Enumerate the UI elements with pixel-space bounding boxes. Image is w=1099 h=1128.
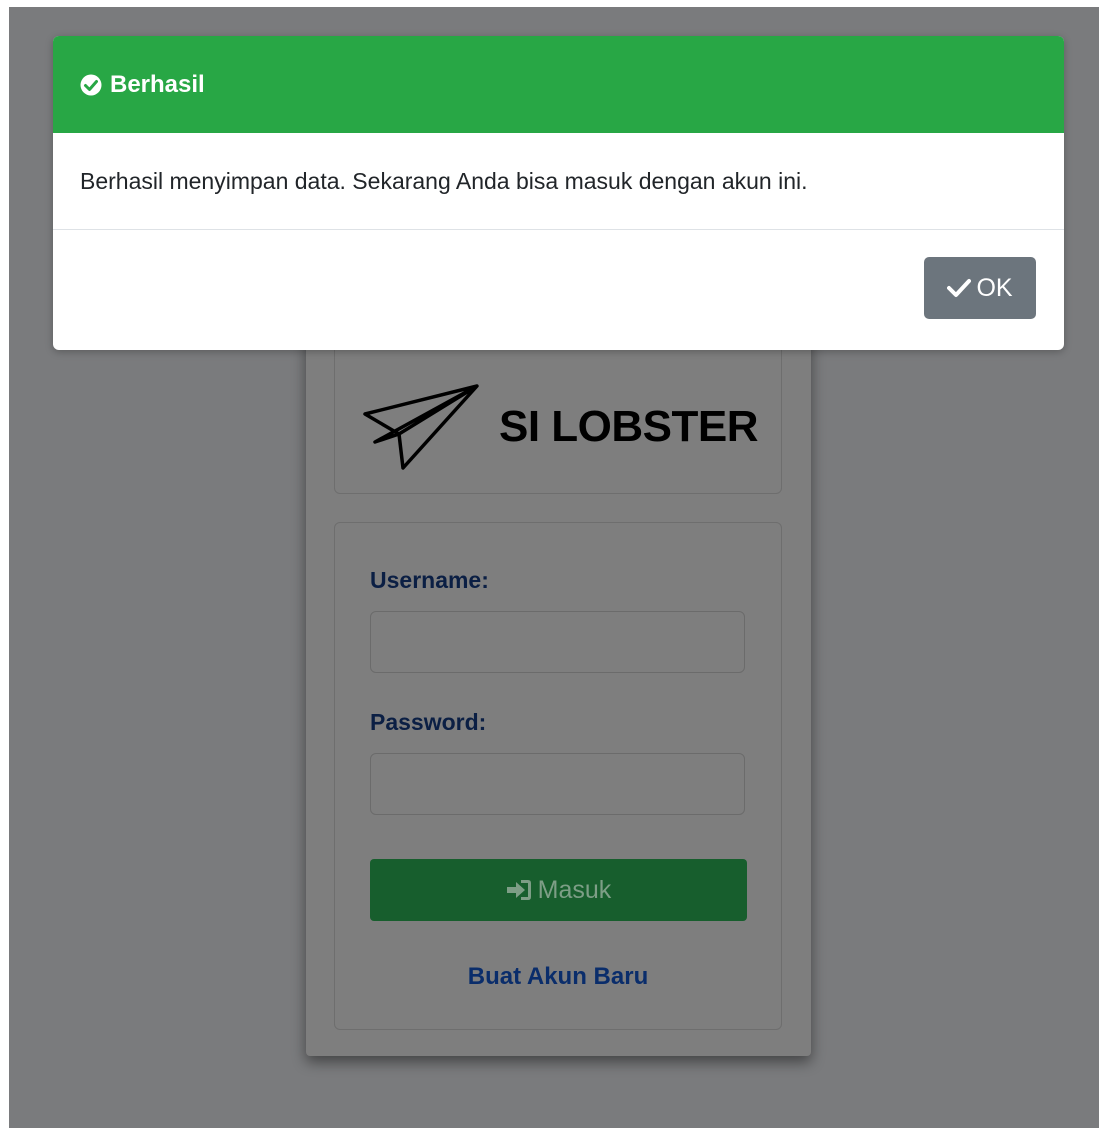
modal-message: Berhasil menyimpan data. Sekarang Anda b… bbox=[53, 133, 1064, 230]
ok-button[interactable]: OK bbox=[924, 257, 1036, 319]
login-button-label: Masuk bbox=[537, 875, 612, 904]
login-card: SI LOBSTER Username: Password: Masuk Bua… bbox=[306, 332, 811, 1056]
password-label: Password: bbox=[370, 709, 487, 735]
check-circle-icon bbox=[80, 74, 102, 95]
paper-plane-icon bbox=[363, 384, 479, 470]
password-input[interactable] bbox=[370, 753, 745, 815]
sign-in-icon bbox=[506, 880, 531, 900]
username-input[interactable] bbox=[370, 611, 745, 673]
check-icon bbox=[947, 279, 972, 297]
brand-title: SI LOBSTER bbox=[499, 402, 759, 451]
create-account-link[interactable]: Buat Akun Baru bbox=[335, 963, 781, 991]
username-label: Username: bbox=[370, 567, 489, 593]
modal-footer: OK bbox=[53, 230, 1064, 350]
ok-button-label: OK bbox=[976, 273, 1013, 302]
success-modal: Berhasil Berhasil menyimpan data. Sekara… bbox=[53, 36, 1064, 350]
login-button[interactable]: Masuk bbox=[370, 859, 747, 921]
modal-header: Berhasil bbox=[53, 36, 1064, 133]
login-form: Username: Password: Masuk Buat Akun Baru bbox=[334, 522, 782, 1030]
modal-title: Berhasil bbox=[110, 70, 205, 98]
logo-panel: SI LOBSTER bbox=[334, 339, 782, 494]
